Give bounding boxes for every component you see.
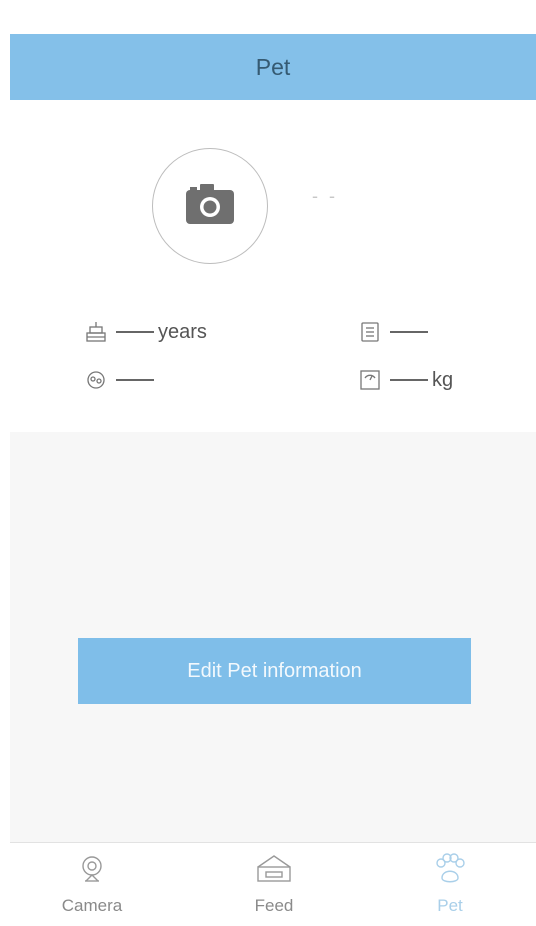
status-bar <box>0 0 536 34</box>
gender-value-placeholder <box>116 379 154 381</box>
weight-stat: kg <box>356 366 453 394</box>
age-unit: years <box>158 320 207 343</box>
gender-stat <box>82 366 158 394</box>
birthday-cake-icon <box>82 318 110 346</box>
pet-avatar-button[interactable] <box>152 148 268 264</box>
id-card-icon <box>356 318 384 346</box>
tab-camera-label: Camera <box>61 896 123 915</box>
tab-camera[interactable]: Camera <box>32 853 152 916</box>
camera-icon <box>182 182 238 231</box>
page-title: Pet <box>255 53 291 80</box>
paw-icon <box>433 853 467 890</box>
food-bowl-icon <box>252 853 296 890</box>
pet-name: - - <box>312 186 338 206</box>
age-value-placeholder <box>116 331 154 333</box>
weight-value-placeholder <box>390 379 428 381</box>
age-stat: years <box>82 318 207 346</box>
gender-icon <box>82 366 110 394</box>
edit-pet-button[interactable]: Edit Pet information <box>78 638 471 704</box>
tab-bar: Camera Feed Pet <box>10 842 536 926</box>
tab-pet-label: Pet <box>437 896 463 915</box>
webcam-icon <box>76 853 108 890</box>
weight-unit: kg <box>432 368 454 391</box>
tab-feed[interactable]: Feed <box>214 853 334 916</box>
scale-icon <box>356 366 384 394</box>
tab-pet[interactable]: Pet <box>390 853 510 916</box>
content-area <box>10 432 536 842</box>
tab-feed-label: Feed <box>254 896 294 915</box>
id-value-placeholder <box>390 331 428 333</box>
header-bar: Pet <box>10 34 536 100</box>
id-stat <box>356 318 432 346</box>
pet-profile: - - years kg <box>0 100 536 432</box>
